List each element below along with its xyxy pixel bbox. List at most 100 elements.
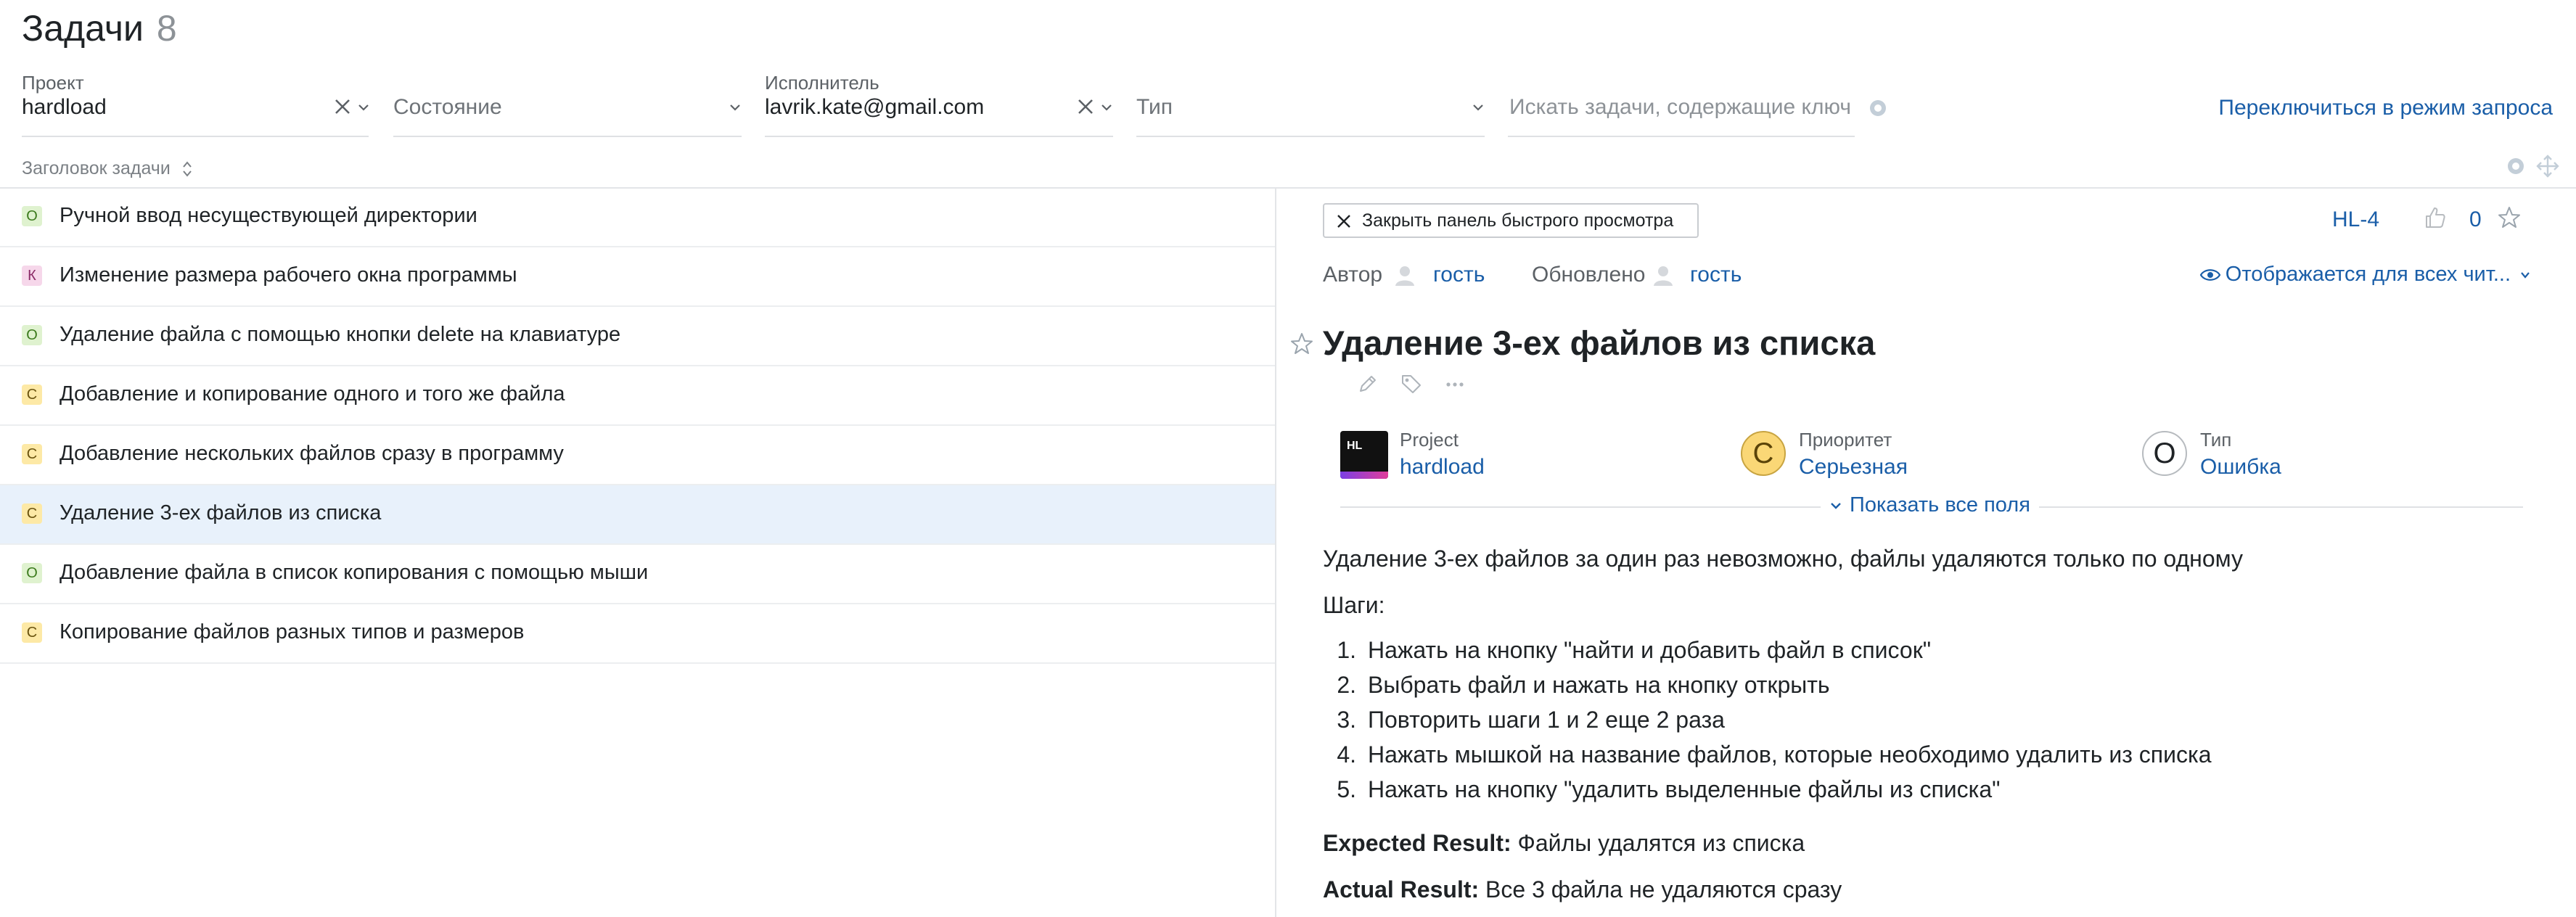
issue-row[interactable]: К Изменение размера рабочего окна програ…: [0, 247, 1275, 307]
star-icon[interactable]: [1289, 332, 1314, 356]
issue-title[interactable]: Удаление файла с помощью кнопки delete н…: [60, 323, 620, 347]
type-filter[interactable]: Тип: [1136, 69, 1485, 137]
state-filter[interactable]: Состояние: [393, 69, 742, 137]
sort-icon[interactable]: [181, 160, 193, 178]
quick-view-panel: Закрыть панель быстрого просмотра HL-4 0…: [1276, 188, 2576, 917]
step-item: 3. Повторить шаги 1 и 2 еще 2 раза: [1323, 707, 2211, 741]
clear-icon[interactable]: [1075, 96, 1096, 117]
issues-page: Задачи 8 Проект hardload Состояние Испол…: [0, 0, 2576, 917]
step-number: 2.: [1337, 672, 1356, 698]
project-filter[interactable]: Проект hardload: [22, 69, 369, 137]
issue-row[interactable]: О Добавление файла в список копирования …: [0, 545, 1275, 604]
gear-icon[interactable]: [1866, 96, 1890, 120]
show-all-fields-button[interactable]: Показать все поля: [1821, 493, 2039, 517]
state-filter-placeholder: Состояние: [393, 95, 502, 119]
issue-title[interactable]: Добавление и копирование одного и того ж…: [60, 382, 565, 406]
type-filter-placeholder: Тип: [1136, 95, 1173, 119]
chevron-down-icon[interactable]: [1100, 101, 1113, 114]
assignee-filter[interactable]: Исполнитель lavrik.kate@gmail.com: [765, 69, 1113, 137]
switch-query-mode-link[interactable]: Переключиться в режим запроса: [2218, 96, 2553, 120]
actual-result-text: Все 3 файла не удаляются сразу: [1485, 876, 1842, 902]
chevron-down-icon: [2521, 271, 2530, 279]
search-field: [1508, 80, 1855, 137]
issue-count: 8: [156, 8, 177, 49]
priority-badge: О: [22, 563, 42, 583]
clear-icon[interactable]: [332, 96, 353, 117]
issue-row[interactable]: О Удаление файла с помощью кнопки delete…: [0, 307, 1275, 366]
issue-title[interactable]: Копирование файлов разных типов и размер…: [60, 620, 524, 644]
chevron-down-icon[interactable]: [357, 101, 370, 114]
more-icon[interactable]: [1443, 372, 1467, 395]
project-filter-value: hardload: [22, 95, 107, 119]
vote-count[interactable]: 0: [2469, 207, 2482, 232]
issue-title[interactable]: Изменение размера рабочего окна программ…: [60, 263, 517, 287]
tag-icon[interactable]: [1400, 372, 1423, 395]
issue-title[interactable]: Ручной ввод несуществующей директории: [60, 204, 477, 228]
actual-result-label: Actual Result:: [1323, 876, 1480, 902]
issue-row[interactable]: С Добавление нескольких файлов сразу в п…: [0, 426, 1275, 485]
star-icon[interactable]: [2497, 205, 2522, 230]
chevron-down-icon[interactable]: [729, 101, 742, 114]
type-icon: О: [2142, 431, 2187, 476]
close-panel-label: Закрыть панель быстрого просмотра: [1362, 210, 1674, 231]
issue-title[interactable]: Добавление нескольких файлов сразу в про…: [60, 442, 564, 466]
close-panel-button[interactable]: Закрыть панель быстрого просмотра: [1323, 203, 1699, 238]
issue-title[interactable]: Добавление файла в список копирования с …: [60, 561, 648, 585]
priority-badge: К: [22, 266, 42, 286]
pencil-icon[interactable]: [1356, 372, 1379, 395]
step-item: 4. Нажать мышкой на название файлов, кото…: [1323, 741, 2211, 776]
priority-badge: О: [22, 325, 42, 345]
chevron-down-icon[interactable]: [1472, 101, 1485, 114]
author-label: Автор: [1323, 263, 1383, 287]
issue-row[interactable]: О Ручной ввод несуществующей директории: [0, 188, 1275, 247]
column-label-title[interactable]: Заголовок задачи: [22, 158, 171, 179]
updater-link[interactable]: гость: [1690, 263, 1742, 287]
issue-row[interactable]: С Добавление и копирование одного и того…: [0, 366, 1275, 426]
issue-list: О Ручной ввод несуществующей директории …: [0, 188, 1275, 664]
priority-badge: С: [22, 385, 42, 405]
step-text: Нажать мышкой на название файлов, которы…: [1368, 741, 2212, 768]
project-field-value[interactable]: hardload: [1400, 455, 1485, 480]
close-icon: [1337, 215, 1350, 228]
list-settings-icon[interactable]: [2505, 155, 2527, 177]
priority-badge: С: [22, 444, 42, 464]
search-input[interactable]: [1508, 94, 1852, 120]
issue-row[interactable]: С Копирование файлов разных типов и разм…: [0, 604, 1275, 664]
step-item: 5. Нажать на кнопку "удалить выделенные ф…: [1323, 776, 2211, 811]
steps-list: 1. Нажать на кнопку "найти и добавить фай…: [1323, 637, 2211, 811]
issue-title[interactable]: Удаление 3-ех файлов из списка: [60, 501, 381, 525]
step-item: 2. Выбрать файл и нажать на кнопку открыт…: [1323, 672, 2211, 707]
project-logo: HL: [1340, 431, 1388, 479]
step-number: 5.: [1337, 776, 1356, 802]
priority-badge: С: [22, 503, 42, 524]
type-field-value[interactable]: Ошибка: [2200, 455, 2281, 480]
issue-row-selected[interactable]: С Удаление 3-ех файлов из списка: [0, 485, 1275, 545]
step-number: 1.: [1337, 637, 1356, 663]
updated-label: Обновлено: [1532, 263, 1646, 287]
expected-result: Expected Result: Файлы удалятся из списк…: [1323, 830, 1805, 857]
priority-field-value[interactable]: Серьезная: [1799, 455, 1908, 480]
step-text: Выбрать файл и нажать на кнопку открыть: [1368, 672, 1830, 698]
project-filter-label: Проект: [22, 72, 84, 94]
issue-id-link[interactable]: HL-4: [2332, 207, 2379, 232]
steps-label: Шаги:: [1323, 592, 1385, 618]
assignee-filter-label: Исполнитель: [765, 72, 879, 94]
step-text: Нажать на кнопку "найти и добавить файл …: [1368, 637, 1932, 663]
avatar: [1395, 266, 1414, 286]
visibility-selector[interactable]: Отображается для всех чит...: [2199, 263, 2531, 287]
author-link[interactable]: гость: [1433, 263, 1485, 287]
eye-icon: [2199, 268, 2221, 281]
expected-result-label: Expected Result:: [1323, 830, 1511, 856]
priority-badge: О: [22, 206, 42, 226]
step-text: Повторить шаги 1 и 2 еще 2 раза: [1368, 707, 1725, 733]
thumbs-up-icon[interactable]: [2423, 205, 2448, 230]
step-number: 4.: [1337, 741, 1356, 768]
chevron-down-icon: [1831, 502, 1841, 509]
avatar: [1654, 266, 1673, 286]
move-icon[interactable]: [2535, 154, 2560, 178]
issue-summary-title[interactable]: Удаление 3-ех файлов из списка: [1323, 323, 1875, 363]
show-all-fields-label: Показать все поля: [1850, 493, 2030, 517]
priority-icon: С: [1741, 431, 1786, 476]
project-logo-text: HL: [1347, 440, 1363, 452]
visibility-label: Отображается для всех чит...: [2225, 263, 2511, 286]
